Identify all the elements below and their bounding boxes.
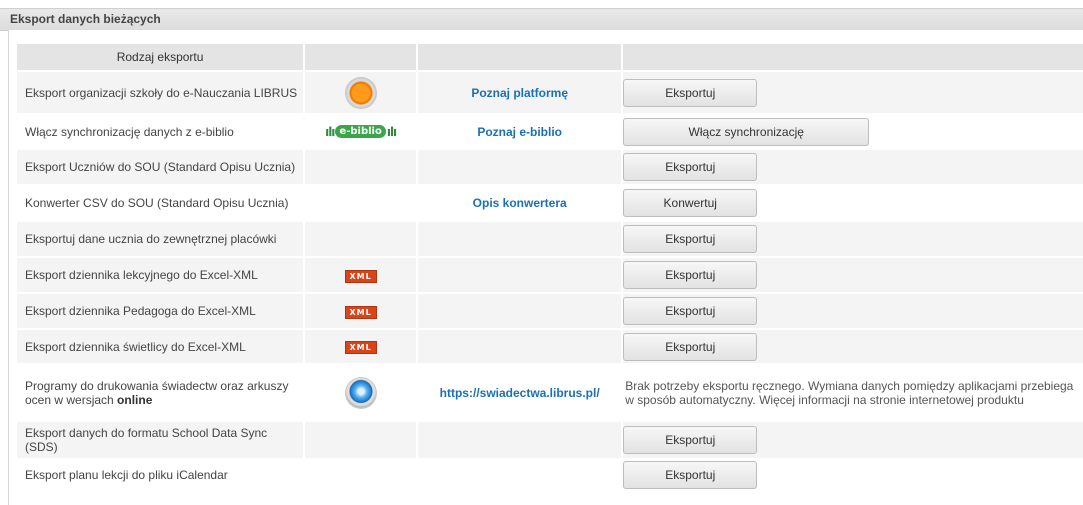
export-button[interactable]: Eksportuj — [623, 78, 758, 107]
table-row: Eksport Uczniów do SOU (Standard Opisu U… — [17, 150, 1083, 184]
platform-link[interactable]: Poznaj platformę — [471, 86, 568, 100]
export-button[interactable]: Eksportuj — [623, 426, 758, 454]
panel-header: Eksport danych bieżących — [0, 8, 1083, 31]
sync-button[interactable]: Włącz synchronizację — [623, 117, 870, 146]
table-row: Eksport dziennika świetlicy do Excel-XML… — [17, 330, 1083, 363]
export-table: Rodzaj eksportu Eksport organizacji szko… — [17, 42, 1083, 492]
table-row: Eksport organizacji szkoły do e-Nauczani… — [17, 72, 1083, 113]
table-row: Włącz synchronizację danych z e-biblio ı… — [17, 115, 1083, 148]
converter-link[interactable]: Opis konwertera — [473, 196, 567, 210]
convert-button[interactable]: Konwertuj — [623, 189, 758, 217]
export-name: Eksport dziennika Pedagoga do Excel-XML — [25, 304, 256, 318]
table-row: Eksport danych do formatu School Data Sy… — [17, 422, 1083, 458]
export-name: Włącz synchronizację danych z e-biblio — [25, 124, 234, 139]
export-name: Eksportuj dane ucznia do zewnętrznej pla… — [25, 232, 277, 246]
xml-badge-icon: XML — [344, 269, 377, 283]
table-row: Programy do drukowania świadectw oraz ar… — [17, 365, 1083, 420]
xml-badge-icon: XML — [344, 305, 377, 319]
export-name: Eksport organizacji szkoły do e-Nauczani… — [25, 85, 298, 100]
export-button[interactable]: Eksportuj — [623, 225, 758, 253]
export-name: Eksport danych do formatu School Data Sy… — [25, 426, 268, 454]
orange-sphere-icon — [345, 77, 376, 108]
export-name: Eksport planu lekcji do pliku iCalendar — [25, 468, 228, 482]
table-row: Eksport dziennika Pedagoga do Excel-XML … — [17, 294, 1083, 328]
swiadectwa-link[interactable]: https://swiadectwa.librus.pl/ — [440, 386, 600, 400]
table-row: Eksport dziennika lekcyjnego do Excel-XM… — [17, 258, 1083, 292]
panel-title: Eksport danych bieżących — [10, 12, 161, 26]
export-name: Eksport dziennika świetlicy do Excel-XML — [25, 339, 246, 354]
blue-sphere-icon — [345, 377, 376, 408]
export-button[interactable]: Eksportuj — [623, 153, 758, 181]
export-name: Programy do drukowania świadectw oraz ar… — [25, 378, 289, 407]
column-header-action — [621, 44, 1083, 70]
ebiblio-link[interactable]: Poznaj e-biblio — [477, 125, 562, 139]
export-name: Konwerter CSV do SOU (Standard Opisu Ucz… — [25, 196, 289, 210]
export-button[interactable]: Eksportuj — [623, 332, 758, 361]
table-row: Eksport planu lekcji do pliku iCalendar … — [17, 460, 1083, 490]
table-row: Konwerter CSV do SOU (Standard Opisu Ucz… — [17, 186, 1083, 220]
export-name: Eksport Uczniów do SOU (Standard Opisu U… — [25, 160, 296, 174]
table-row: Eksportuj dane ucznia do zewnętrznej pla… — [17, 222, 1083, 256]
xml-badge-icon: XML — [344, 341, 377, 354]
column-header-icon — [303, 44, 417, 70]
table-header-row: Rodzaj eksportu — [17, 44, 1083, 70]
column-header-export-type: Rodzaj eksportu — [17, 44, 304, 70]
description-text: Brak potrzeby eksportu ręcznego. Wymiana… — [625, 378, 1074, 407]
export-button[interactable]: Eksportuj — [623, 261, 758, 289]
export-button[interactable]: Eksportuj — [623, 297, 758, 325]
export-button[interactable]: Eksportuj — [623, 461, 758, 489]
column-header-link — [416, 44, 622, 70]
export-name: Eksport dziennika lekcyjnego do Excel-XM… — [25, 268, 258, 282]
e-biblio-logo: ılı e-biblio ılı — [325, 124, 397, 139]
